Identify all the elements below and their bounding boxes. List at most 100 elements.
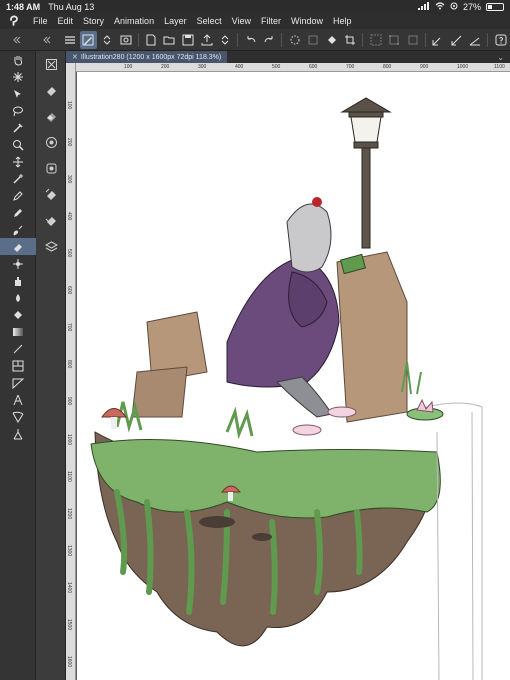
menu-animation[interactable]: Animation bbox=[109, 16, 159, 26]
ruler-tick-label: 600 bbox=[66, 286, 72, 295]
close-tab-icon[interactable]: ✕ bbox=[72, 53, 78, 61]
ruler-tick-label: 1100 bbox=[66, 471, 72, 482]
ruler-tick-label: 1000 bbox=[457, 64, 469, 70]
line-icon[interactable] bbox=[0, 340, 36, 357]
menu-view[interactable]: View bbox=[227, 16, 256, 26]
signal-icon bbox=[417, 1, 430, 12]
gradient-icon[interactable] bbox=[0, 323, 36, 340]
loading-icon[interactable] bbox=[286, 31, 303, 49]
export-icon[interactable] bbox=[198, 31, 215, 49]
brush-icon[interactable] bbox=[0, 221, 36, 238]
clear-icon[interactable] bbox=[305, 31, 322, 49]
collapse-left-icon[interactable] bbox=[0, 29, 33, 51]
ruler-tick-label: 700 bbox=[346, 64, 355, 70]
menu-select[interactable]: Select bbox=[192, 16, 227, 26]
tool-palette bbox=[0, 51, 36, 680]
battery-percent: 27% bbox=[462, 1, 481, 12]
menu-help[interactable]: Help bbox=[328, 16, 357, 26]
layers-icon[interactable] bbox=[36, 233, 66, 259]
move-icon[interactable] bbox=[0, 153, 36, 170]
eraser-sub-icon[interactable] bbox=[36, 51, 66, 77]
lamp-post bbox=[340, 97, 392, 249]
menu-edit[interactable]: Edit bbox=[53, 16, 79, 26]
menu-bar: File Edit Story Animation Layer Select V… bbox=[0, 13, 510, 29]
open-folder-icon[interactable] bbox=[161, 31, 178, 49]
pen-icon[interactable] bbox=[0, 187, 36, 204]
transform-icon[interactable] bbox=[386, 31, 403, 49]
stepper-icon[interactable] bbox=[99, 31, 116, 49]
redo-icon[interactable] bbox=[261, 31, 278, 49]
frame-icon[interactable] bbox=[0, 357, 36, 374]
ruler-tick-label: 1100 bbox=[494, 64, 505, 70]
status-time: 1:48 AM bbox=[6, 1, 41, 12]
ruler-tick-label: 200 bbox=[161, 64, 170, 70]
eyedropper-icon[interactable] bbox=[0, 119, 36, 136]
ruler-tick-label: 300 bbox=[198, 64, 207, 70]
layer-eraser-icon[interactable] bbox=[36, 181, 66, 207]
undo-icon[interactable] bbox=[242, 31, 259, 49]
special-ruler-icon[interactable] bbox=[448, 31, 465, 49]
lasso-icon[interactable] bbox=[0, 102, 36, 119]
horizontal-ruler: 100 200 300 400 500 600 700 800 900 1000 1100 bbox=[76, 63, 510, 72]
ruler-tick-label: 400 bbox=[235, 64, 244, 70]
soft-eraser-icon[interactable] bbox=[36, 103, 66, 129]
move-select-icon[interactable] bbox=[0, 85, 36, 102]
pen-pressure-icon[interactable] bbox=[80, 30, 97, 49]
ruler-snap-icon[interactable] bbox=[430, 31, 447, 49]
crop-icon[interactable] bbox=[342, 31, 359, 49]
zoom-icon[interactable] bbox=[0, 136, 36, 153]
sparkle-icon[interactable] bbox=[0, 68, 36, 85]
menu-layer[interactable]: Layer bbox=[159, 16, 192, 26]
chevron-down-icon[interactable]: ⌄ bbox=[497, 53, 504, 62]
collapse-right-icon[interactable] bbox=[33, 29, 61, 51]
vector-eraser-icon[interactable] bbox=[36, 129, 66, 155]
divider bbox=[487, 32, 489, 47]
menu-window[interactable]: Window bbox=[286, 16, 328, 26]
hand-icon[interactable] bbox=[0, 51, 36, 68]
snap-eraser-icon[interactable] bbox=[36, 155, 66, 181]
divider bbox=[137, 32, 139, 47]
battery-icon bbox=[486, 2, 504, 11]
airbrush-icon[interactable] bbox=[0, 272, 36, 289]
new-file-icon[interactable] bbox=[143, 31, 160, 49]
menu-file[interactable]: File bbox=[28, 16, 53, 26]
waterfall-sketch bbox=[406, 402, 483, 680]
ruler-tick-label: 500 bbox=[66, 249, 72, 258]
menu-hamburger-icon[interactable] bbox=[62, 31, 79, 49]
drawing-canvas[interactable] bbox=[77, 72, 510, 680]
hard-eraser-icon[interactable] bbox=[36, 77, 66, 103]
pencil-icon[interactable] bbox=[0, 204, 36, 221]
ruler-tick-label: 700 bbox=[66, 323, 72, 332]
balloon-icon[interactable] bbox=[0, 408, 36, 425]
fill-bucket-icon[interactable] bbox=[323, 31, 340, 49]
select-all-icon[interactable] bbox=[367, 31, 384, 49]
ruler-tick-label: 1400 bbox=[66, 582, 72, 594]
grid-snap-icon[interactable] bbox=[467, 31, 484, 49]
ruler-tick-label: 400 bbox=[66, 212, 72, 221]
blend-icon[interactable] bbox=[0, 255, 36, 272]
eraser-icon[interactable] bbox=[0, 238, 36, 255]
app-logo-icon[interactable] bbox=[0, 13, 28, 29]
deselect-icon[interactable] bbox=[404, 31, 421, 49]
text-icon[interactable] bbox=[0, 391, 36, 408]
ruler-icon[interactable] bbox=[0, 374, 36, 391]
divider bbox=[237, 32, 239, 47]
ruler-tick-label: 200 bbox=[66, 138, 72, 147]
correct-line-icon[interactable] bbox=[0, 425, 36, 442]
magic-wand-icon[interactable] bbox=[0, 170, 36, 187]
fill-icon[interactable] bbox=[0, 306, 36, 323]
reference-icon[interactable] bbox=[117, 31, 134, 49]
illustration-artwork bbox=[90, 97, 483, 680]
decoration-icon[interactable] bbox=[0, 289, 36, 306]
ruler-tick-label: 600 bbox=[309, 64, 318, 70]
stepper-2-icon[interactable] bbox=[217, 31, 234, 49]
divider bbox=[281, 32, 283, 47]
menu-filter[interactable]: Filter bbox=[256, 16, 286, 26]
menu-story[interactable]: Story bbox=[78, 16, 109, 26]
stack-icon[interactable] bbox=[36, 207, 66, 233]
ruler-tick-label: 1600 bbox=[66, 656, 72, 668]
document-tab[interactable]: ✕ Illustration280 (1200 x 1600px 72dpi 1… bbox=[66, 51, 228, 63]
vertical-ruler: 100 200 300 400 500 600 700 800 900 1000 1100 1200 1… bbox=[66, 63, 76, 680]
help-icon[interactable] bbox=[492, 31, 509, 49]
save-icon[interactable] bbox=[180, 31, 197, 49]
